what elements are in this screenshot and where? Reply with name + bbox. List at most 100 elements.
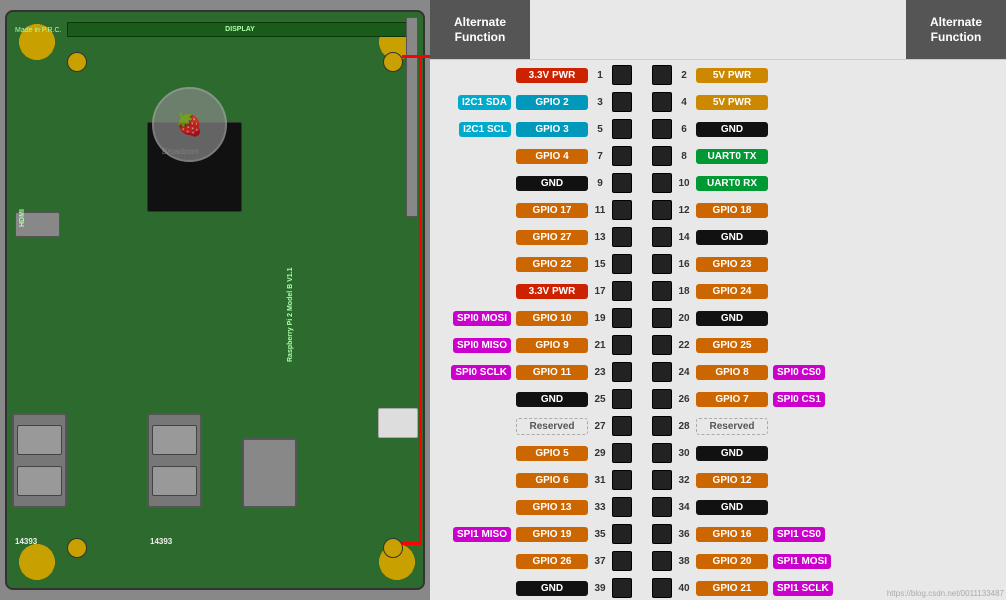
left-pin-label: Reserved — [516, 418, 588, 435]
left-pin-label: GND — [516, 176, 588, 191]
right-alt-func: SPI0 CS0 — [770, 366, 850, 378]
right-pin-number: 38 — [674, 556, 694, 567]
right-connector — [652, 281, 672, 301]
left-connector — [612, 65, 632, 85]
pinout-panel: Alternate Function Alternate Function 3.… — [430, 0, 1006, 600]
right-connector — [652, 254, 672, 274]
pin-row: GPIO 2637 38GPIO 20SPI1 MOSI — [434, 548, 1002, 574]
left-alt-func: I2C1 SDA — [434, 96, 514, 108]
right-connector — [652, 362, 672, 382]
watermark: https://blog.csdn.net/0011133487 — [887, 589, 1004, 598]
right-connector — [652, 524, 672, 544]
right-connector — [652, 416, 672, 436]
pin-row: 3.3V PWR1718GPIO 24 — [434, 278, 1002, 304]
pin-row: 3.3V PWR125V PWR — [434, 62, 1002, 88]
left-pin-label: GPIO 3 — [516, 122, 588, 137]
left-alt-func: SPI0 SCLK — [434, 366, 514, 378]
left-alt-func: I2C1 SCL — [434, 123, 514, 135]
left-pin-number: 33 — [590, 502, 610, 513]
right-pin-label: GPIO 20 — [696, 554, 768, 569]
right-pin-number: 24 — [674, 367, 694, 378]
pin-row: I2C1 SCLGPIO 356GND — [434, 116, 1002, 142]
left-connector — [612, 335, 632, 355]
left-pin-label: GPIO 26 — [516, 554, 588, 569]
right-connector — [652, 173, 672, 193]
right-pin-label: GPIO 21 — [696, 581, 768, 596]
pinout-header: Alternate Function Alternate Function — [430, 0, 1006, 60]
left-pin-label: GPIO 4 — [516, 149, 588, 164]
left-connector — [612, 497, 632, 517]
right-connector — [652, 227, 672, 247]
left-connector — [612, 200, 632, 220]
right-pin-label: 5V PWR — [696, 68, 768, 83]
pin-row: GPIO 63132GPIO 12 — [434, 467, 1002, 493]
left-connector — [612, 119, 632, 139]
board-panel: DISPLAY Broadcom 🍓 Raspberry Pi 2 Model … — [0, 0, 430, 600]
right-pin-number: 14 — [674, 232, 694, 243]
right-alt-func: SPI1 MOSI — [770, 555, 850, 567]
left-alt-label: I2C1 SDA — [458, 95, 511, 110]
left-pin-number: 17 — [590, 286, 610, 297]
left-pin-label: GPIO 17 — [516, 203, 588, 218]
left-alt-func: SPI1 MISO — [434, 528, 514, 540]
pin-row: GPIO 171112GPIO 18 — [434, 197, 1002, 223]
right-pin-label: GPIO 18 — [696, 203, 768, 218]
left-connector — [612, 227, 632, 247]
left-connector — [612, 578, 632, 598]
right-pin-number: 8 — [674, 151, 694, 162]
left-pin-label: 3.3V PWR — [516, 284, 588, 299]
left-pin-number: 25 — [590, 394, 610, 405]
right-pin-label: GND — [696, 311, 768, 326]
pin-row: GND2526GPIO 7SPI0 CS1 — [434, 386, 1002, 412]
left-pin-number: 37 — [590, 556, 610, 567]
right-pin-label: GPIO 23 — [696, 257, 768, 272]
header-mid — [530, 0, 906, 59]
right-pin-number: 10 — [674, 178, 694, 189]
right-pin-number: 36 — [674, 529, 694, 540]
left-pin-number: 13 — [590, 232, 610, 243]
header-alt-right: Alternate Function — [906, 0, 1006, 59]
right-pin-number: 4 — [674, 97, 694, 108]
pin-row: SPI0 SCLKGPIO 112324GPIO 8SPI0 CS0 — [434, 359, 1002, 385]
pin-row: SPI0 MISOGPIO 92122GPIO 25 — [434, 332, 1002, 358]
left-pin-label: GPIO 6 — [516, 473, 588, 488]
left-pin-label: GPIO 27 — [516, 230, 588, 245]
right-pin-label: GPIO 24 — [696, 284, 768, 299]
left-connector — [612, 470, 632, 490]
right-pin-label: UART0 TX — [696, 149, 768, 164]
right-alt-func: SPI1 CS0 — [770, 528, 850, 540]
right-pin-number: 6 — [674, 124, 694, 135]
right-pin-label: GPIO 16 — [696, 527, 768, 542]
left-connector — [612, 254, 632, 274]
left-connector — [612, 173, 632, 193]
left-pin-number: 21 — [590, 340, 610, 351]
right-connector — [652, 65, 672, 85]
pins-area: 3.3V PWR125V PWR I2C1 SDA GPIO 23 4 5V PWR I2… — [430, 60, 1006, 600]
left-connector — [612, 362, 632, 382]
pin-row: SPI1 MISOGPIO 193536GPIO 16SPI1 CS0 — [434, 521, 1002, 547]
left-pin-number: 31 — [590, 475, 610, 486]
right-connector — [652, 308, 672, 328]
right-pin-label: GPIO 25 — [696, 338, 768, 353]
left-alt-func: SPI0 MISO — [434, 339, 514, 351]
right-connector — [652, 335, 672, 355]
left-pin-number: 11 — [590, 205, 610, 216]
left-pin-number: 27 — [590, 421, 610, 432]
left-pin-number: 3 — [590, 97, 610, 108]
left-pin-label: GPIO 2 — [516, 95, 588, 110]
right-pin-number: 16 — [674, 259, 694, 270]
right-connector — [652, 443, 672, 463]
left-pin-number: 35 — [590, 529, 610, 540]
right-pin-label: GPIO 12 — [696, 473, 768, 488]
left-pin-number: 7 — [590, 151, 610, 162]
right-pin-label: Reserved — [696, 418, 768, 435]
left-connector — [612, 416, 632, 436]
right-pin-label: GND — [696, 500, 768, 515]
left-alt-label: SPI1 MISO — [453, 527, 511, 542]
header-alt-left: Alternate Function — [430, 0, 530, 59]
right-connector — [652, 92, 672, 112]
left-pin-number: 1 — [590, 70, 610, 81]
left-connector — [612, 524, 632, 544]
right-pin-number: 22 — [674, 340, 694, 351]
right-pin-number: 30 — [674, 448, 694, 459]
